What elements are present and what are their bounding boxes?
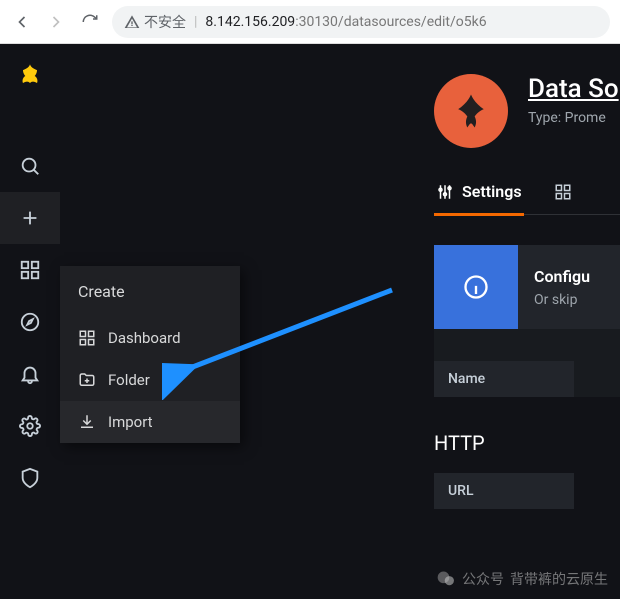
server-admin-icon[interactable] xyxy=(0,452,60,504)
search-icon[interactable] xyxy=(0,140,60,192)
alert-subtitle: Or skip xyxy=(534,292,590,308)
wechat-icon xyxy=(436,569,456,589)
watermark-text: 背带裤的云原生 xyxy=(510,569,608,589)
main-content: Data So Type: Prome Settings Configu Or … xyxy=(60,44,620,599)
create-icon[interactable] xyxy=(0,192,60,244)
dashboards-icon[interactable] xyxy=(0,244,60,296)
browser-toolbar: 不安全 | 8.142.156.209:30130/datasources/ed… xyxy=(0,0,620,44)
page-title: Data So xyxy=(528,74,619,104)
url-text: 8.142.156.209:30130/datasources/edit/o5k… xyxy=(205,14,486,30)
back-button[interactable] xyxy=(10,10,34,34)
address-bar[interactable]: 不安全 | 8.142.156.209:30130/datasources/ed… xyxy=(112,6,610,38)
alert-title: Configu xyxy=(534,267,590,286)
grafana-logo[interactable] xyxy=(16,62,44,90)
alerting-icon[interactable] xyxy=(0,348,60,400)
insecure-warning: 不安全 xyxy=(124,12,186,32)
name-label: Name xyxy=(434,361,574,397)
forward-button[interactable] xyxy=(44,10,68,34)
url-label: URL xyxy=(434,473,574,509)
sidebar: Create Dashboard Folder Import xyxy=(0,44,60,599)
http-heading: HTTP xyxy=(434,431,620,455)
datasource-logo xyxy=(434,74,508,148)
alert-box: Configu Or skip xyxy=(434,245,620,329)
configuration-icon[interactable] xyxy=(0,400,60,452)
watermark: 公众号 背带裤的云原生 xyxy=(436,569,608,589)
info-icon xyxy=(434,245,518,329)
watermark-prefix: 公众号 xyxy=(462,569,504,589)
tab-label: Settings xyxy=(462,182,522,201)
explore-icon[interactable] xyxy=(0,296,60,348)
reload-button[interactable] xyxy=(78,10,102,34)
page-subtitle: Type: Prome xyxy=(528,110,619,126)
tab-dashboards[interactable] xyxy=(552,182,574,216)
insecure-label: 不安全 xyxy=(144,12,186,32)
tab-settings[interactable]: Settings xyxy=(434,182,524,216)
